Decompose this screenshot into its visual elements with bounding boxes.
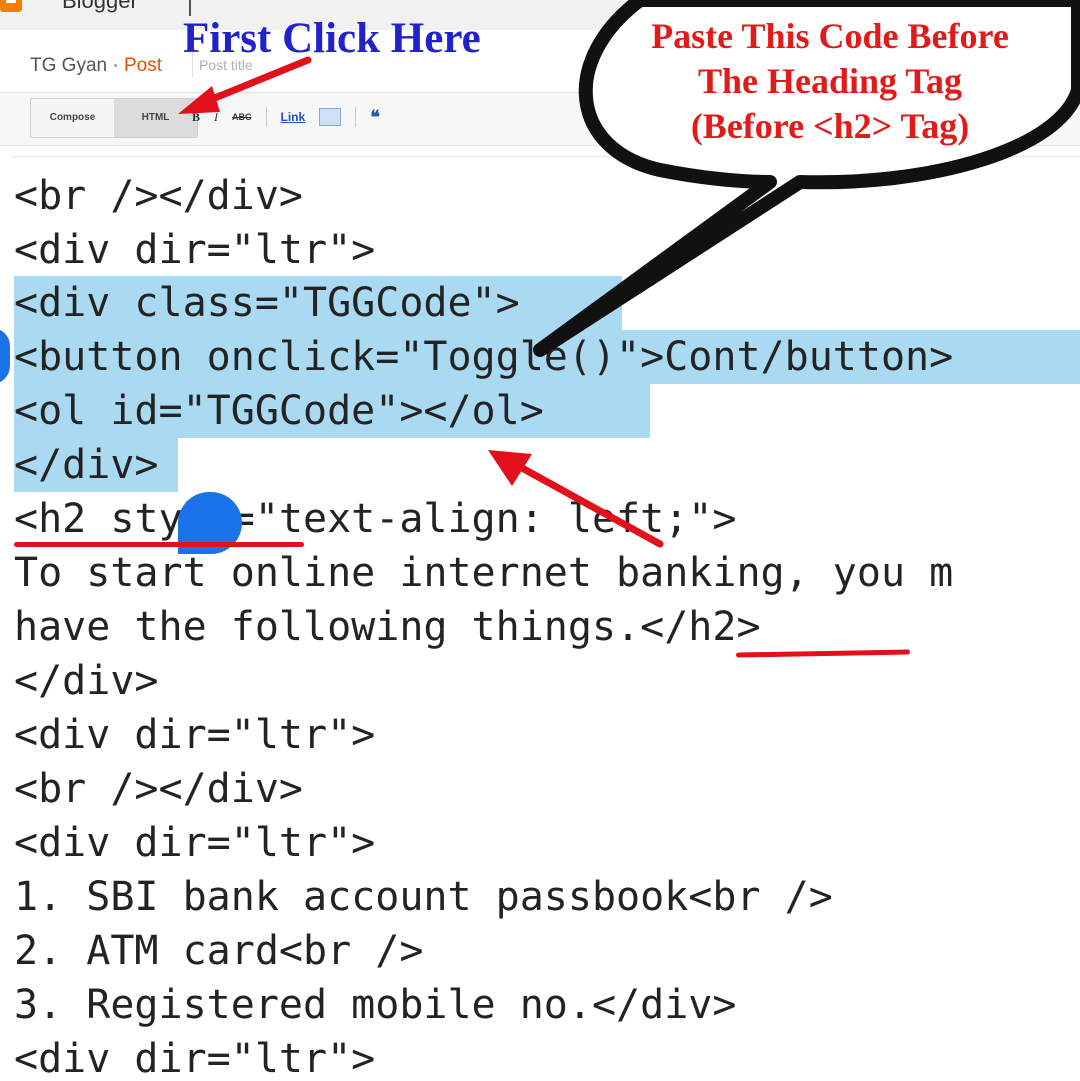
bubble-line: (Before <h2> Tag) — [690, 106, 970, 146]
first-click-annotation: First Click Here — [183, 15, 481, 62]
html-editor[interactable]: <br /></div> <div dir="ltr"> <div class=… — [12, 156, 1080, 1081]
app-name: Blogger — [62, 0, 138, 13]
bubble-line: Paste This Code Before — [651, 16, 1009, 56]
breadcrumb: TG Gyan · Post — [30, 55, 162, 77]
html-mode-button[interactable]: HTML — [114, 99, 197, 137]
code-line: 2. ATM card<br /> — [14, 928, 424, 974]
code-line: <div dir="ltr"> — [14, 712, 376, 758]
strikethrough-button[interactable]: ABC — [232, 106, 252, 128]
link-button[interactable]: Link — [281, 106, 306, 128]
selection-start-handle[interactable] — [0, 328, 10, 384]
code-line: 1. SBI bank account passbook<br /> — [14, 874, 833, 920]
code-line-selected: <div class="TGGCode"> — [14, 276, 622, 330]
compose-mode-button[interactable]: Compose — [31, 99, 114, 137]
code-line: <br /></div> — [14, 766, 303, 812]
code-line: To start online internet banking, you m — [14, 550, 954, 596]
speech-bubble-text: Paste This Code Before The Heading Tag (… — [590, 14, 1070, 149]
code-line: </div> — [14, 658, 159, 704]
code-line: <h2 style="text-align: left;"> — [14, 496, 737, 542]
code-line: <br /></div> — [14, 173, 303, 219]
code-line-selected: <button onclick="Toggle()">Cont/button> — [14, 330, 1080, 384]
code-line-selected: <ol id="TGGCode"></ol> — [14, 384, 650, 438]
bubble-line: The Heading Tag — [697, 61, 963, 101]
bold-button[interactable]: B — [192, 106, 200, 128]
quote-icon[interactable]: ❝ — [370, 106, 380, 128]
code-line: <div dir="ltr"> — [14, 820, 376, 866]
code-line: <div dir="ltr"> — [14, 1036, 376, 1081]
italic-button[interactable]: I — [214, 106, 218, 128]
editor-mode-toggle: Compose HTML — [30, 98, 198, 138]
h2-open-underline — [14, 542, 304, 547]
blog-name[interactable]: TG Gyan · — [30, 55, 124, 76]
blogger-logo-icon — [0, 0, 22, 12]
code-line: have the following things.</h2> — [14, 604, 761, 650]
post-label: Post — [123, 55, 162, 76]
code-line: <div dir="ltr"> — [14, 227, 376, 273]
formatting-toolbar: B I ABC Link ❝ — [192, 106, 380, 128]
image-icon[interactable] — [319, 108, 342, 126]
toolbar-divider — [265, 107, 267, 127]
toolbar-divider — [355, 107, 357, 127]
code-line-selected: </div> — [14, 438, 178, 492]
code-line: 3. Registered mobile no.</div> — [14, 982, 737, 1028]
